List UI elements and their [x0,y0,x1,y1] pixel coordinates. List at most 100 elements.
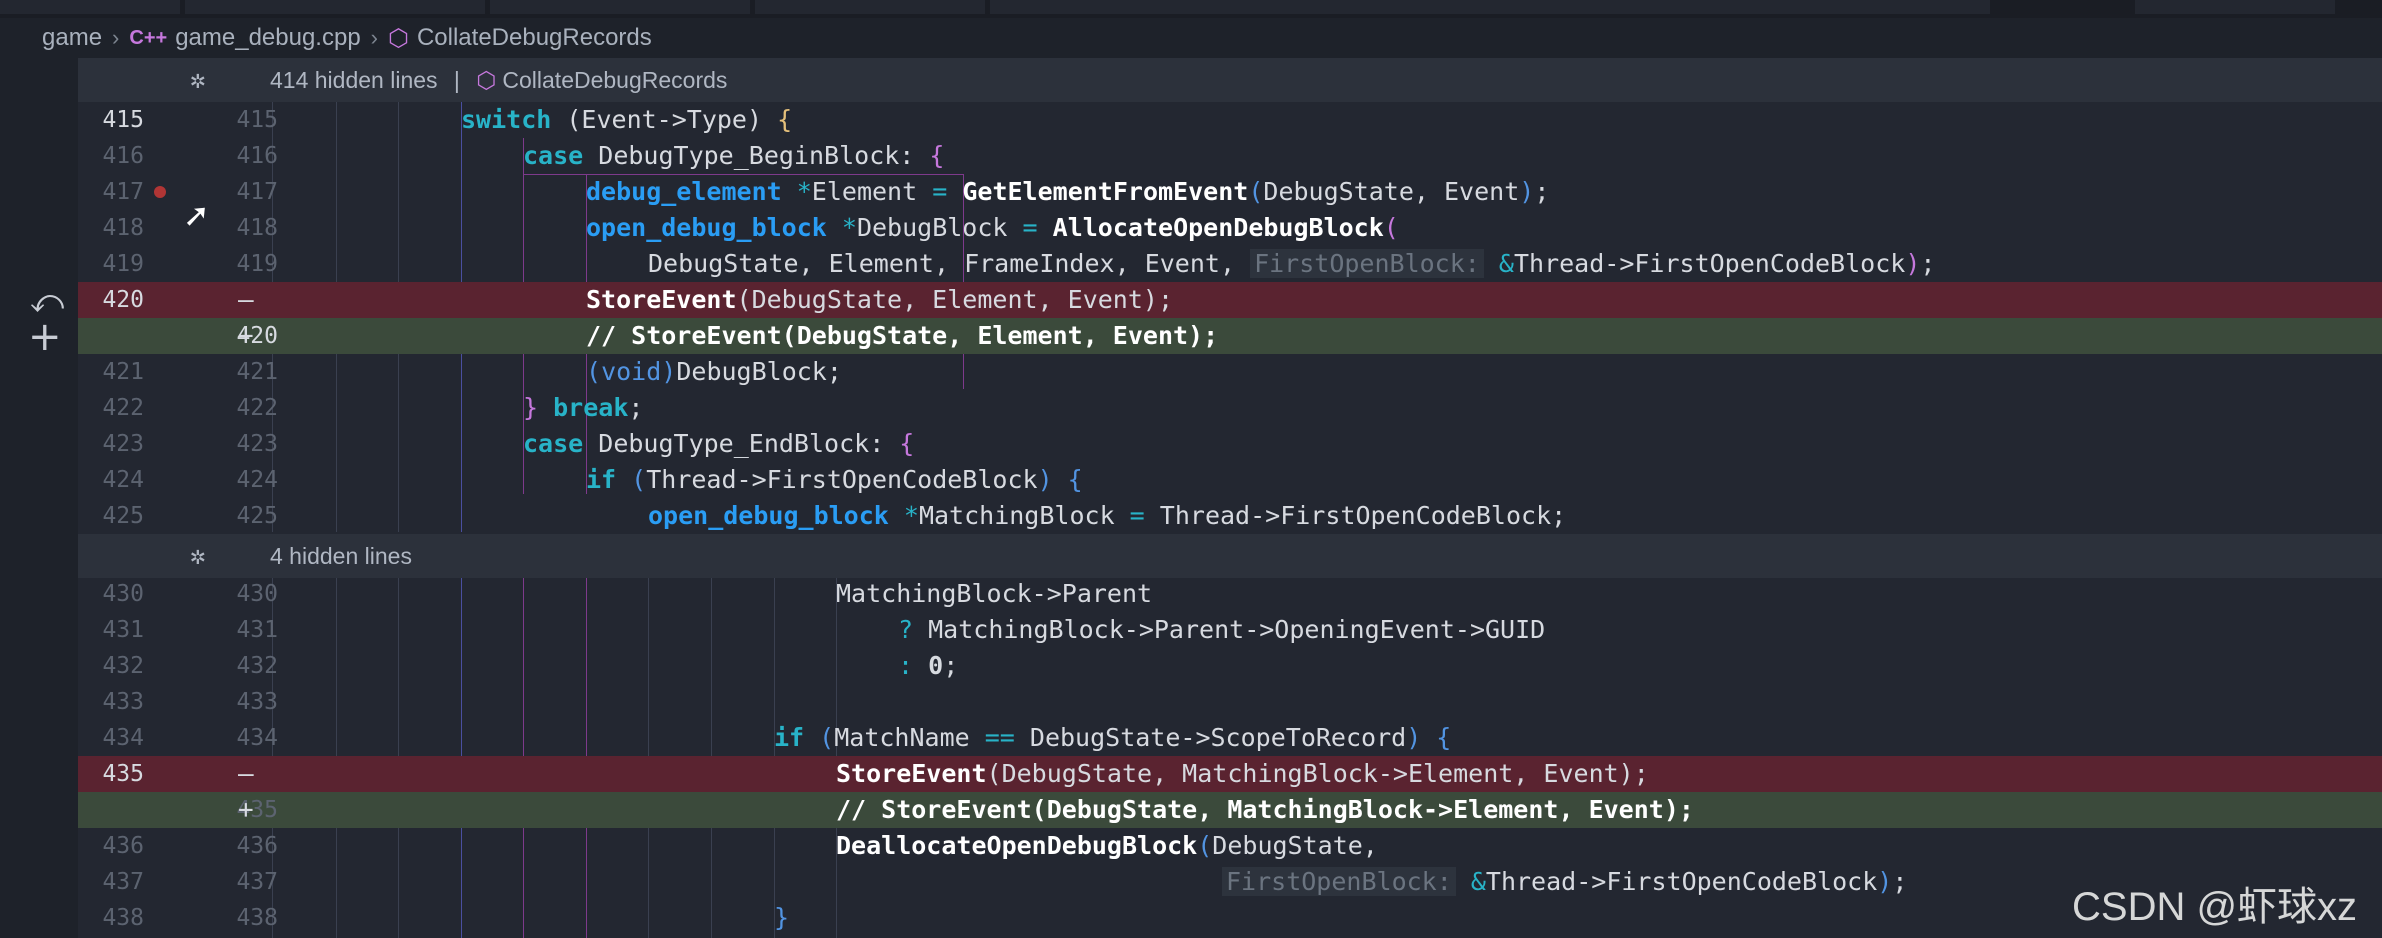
inlay-hint: FirstOpenBlock: [1250,249,1484,278]
line-number-original: 434 [102,725,144,751]
hidden-lines-row[interactable]: ✲ 414 hidden lines | ⬡ CollateDebugRecord… [78,58,2382,102]
code-line[interactable]: 430 430 MatchingBlock->Parent [78,576,2382,612]
deleted-line[interactable]: 435 — StoreEvent(DebugState, MatchingBlo… [78,756,2382,792]
code-line[interactable]: 415 415 switch (Event->Type) { [78,102,2382,138]
unfold-icon[interactable]: ✲ [190,534,206,578]
line-number-modified: 430 [236,581,278,607]
code-text: } [774,903,790,932]
line-number-original: 422 [102,395,144,421]
code-text: case DebugType_BeginBlock: { [523,141,945,170]
deleted-line[interactable]: 420 — StoreEvent(DebugState, Element, Ev… [78,282,2382,318]
breadcrumb-folder[interactable]: game [42,24,102,52]
chevron-right-icon: › [370,25,378,50]
code-line[interactable]: 436 436 DeallocateOpenDebugBlock(DebugSt… [78,828,2382,864]
line-number-modified: 425 [236,503,278,529]
code-text: debug_element *Element = GetElementFromE… [586,177,1550,206]
code-line[interactable]: 432 432 : 0; [78,648,2382,684]
code-line[interactable]: 416 416 case DebugType_BeginBlock: { [78,138,2382,174]
minus-icon: — [238,759,254,789]
unfold-icon[interactable]: ✲ [190,58,206,102]
breadcrumb-file[interactable]: game_debug.cpp [175,24,360,52]
line-number-modified: 417 [236,179,278,205]
code-text: if (MatchName == DebugState->ScopeToReco… [774,723,1452,752]
code-text: // StoreEvent(DebugState, MatchingBlock-… [836,795,1694,824]
mouse-cursor-icon: ➚ [183,196,210,234]
code-line[interactable]: 434 434 if (MatchName == DebugState->Sco… [78,720,2382,756]
line-number-original: 418 [102,215,144,241]
code-text: DebugState, Element, FrameIndex, Event, … [648,249,1936,278]
line-number-original: 423 [102,431,144,457]
code-line[interactable]: 418 418 open_debug_block *DebugBlock = A… [78,210,2382,246]
line-number-original: 417 [102,179,144,205]
line-number-original: 421 [102,359,144,385]
code-line[interactable]: 424 424 if (Thread->FirstOpenCodeBlock) … [78,462,2382,498]
line-number-modified: 419 [236,251,278,277]
breadcrumb: game › C++ game_debug.cpp › ⬡ CollateDeb… [0,18,2382,58]
code-text: : 0; [898,651,959,680]
line-number-modified: 423 [236,431,278,457]
inlay-hint: FirstOpenBlock: [1222,867,1456,896]
line-number-original: 438 [102,905,144,931]
line-number-modified: 437 [236,869,278,895]
line-number-modified: 432 [236,653,278,679]
code-text: // StoreEvent(DebugState, Element, Event… [586,321,1219,350]
code-text: open_debug_block *MatchingBlock = Thread… [648,501,1567,530]
line-number-original: 430 [102,581,144,607]
line-number-original [78,318,144,354]
line-number-modified: 418 [236,215,278,241]
line-number-original: 435 [102,761,144,787]
line-number-modified: 416 [236,143,278,169]
plus-icon: + [238,795,254,825]
minus-icon: — [238,285,254,315]
line-number-original: 432 [102,653,144,679]
line-number-original: 437 [102,869,144,895]
line-number-original: 420 [102,287,144,313]
code-text: switch (Event->Type) { [461,105,793,134]
code-text: case DebugType_EndBlock: { [523,429,915,458]
code-text: StoreEvent(DebugState, Element, Event); [586,285,1174,314]
line-number-modified: 433 [236,689,278,715]
line-number-original: 415 [102,107,144,133]
cpp-file-icon: C++ [129,26,168,49]
code-text: open_debug_block *DebugBlock = AllocateO… [586,213,1399,242]
line-number-original [78,792,144,828]
code-line[interactable]: 425 425 open_debug_block *MatchingBlock … [78,498,2382,534]
code-line[interactable]: 437 437 FirstOpenBlock: &Thread->FirstOp… [78,864,2382,900]
code-line[interactable]: 419 419 DebugState, Element, FrameIndex,… [78,246,2382,282]
cube-icon: ⬡ [388,24,409,52]
diff-editor[interactable]: ✲ 414 hidden lines | ⬡ CollateDebugRecord… [78,58,2382,938]
line-number-modified: 438 [236,905,278,931]
added-line[interactable]: 435 + // StoreEvent(DebugState, Matching… [78,792,2382,828]
code-text: FirstOpenBlock: &Thread->FirstOpenCodeBl… [1222,864,1907,900]
hidden-lines-label[interactable]: 414 hidden lines | ⬡ CollateDebugRecords [270,58,727,102]
stage-change-icon[interactable]: + [28,314,62,360]
hidden-lines-row[interactable]: ✲ 4 hidden lines [78,534,2382,578]
line-number-original: 419 [102,251,144,277]
line-number-modified: 421 [236,359,278,385]
code-line[interactable]: 422 422 } break; [78,390,2382,426]
cube-icon: ⬡ [476,67,497,93]
top-tab-strip [0,0,2382,18]
plus-icon: + [238,321,254,351]
code-text: StoreEvent(DebugState, MatchingBlock->El… [836,759,1649,788]
breakpoint-icon[interactable] [154,186,166,198]
breadcrumb-symbol[interactable]: CollateDebugRecords [417,24,652,52]
line-number-modified: 434 [236,725,278,751]
hidden-lines-label[interactable]: 4 hidden lines [270,534,412,578]
added-line[interactable]: 420 + // StoreEvent(DebugState, Element,… [78,318,2382,354]
code-line[interactable]: 431 431 ? MatchingBlock->Parent->Opening… [78,612,2382,648]
code-text: if (Thread->FirstOpenCodeBlock) { [586,465,1083,494]
code-text: ? MatchingBlock->Parent->OpeningEvent->G… [898,615,1546,644]
line-number-original: 424 [102,467,144,493]
code-text: MatchingBlock->Parent [836,579,1153,608]
code-line[interactable]: 421 421 (void)DebugBlock; [78,354,2382,390]
line-number-modified: 424 [236,467,278,493]
line-number-original: 433 [102,689,144,715]
line-number-modified: 422 [236,395,278,421]
code-line[interactable]: 438 438 } [78,900,2382,936]
code-text: (void)DebugBlock; [586,357,842,386]
code-line[interactable]: 417 417 debug_element *Element = GetElem… [78,174,2382,210]
code-line[interactable]: 423 423 case DebugType_EndBlock: { [78,426,2382,462]
code-line[interactable]: 433 433 [78,684,2382,720]
line-number-modified: 436 [236,833,278,859]
